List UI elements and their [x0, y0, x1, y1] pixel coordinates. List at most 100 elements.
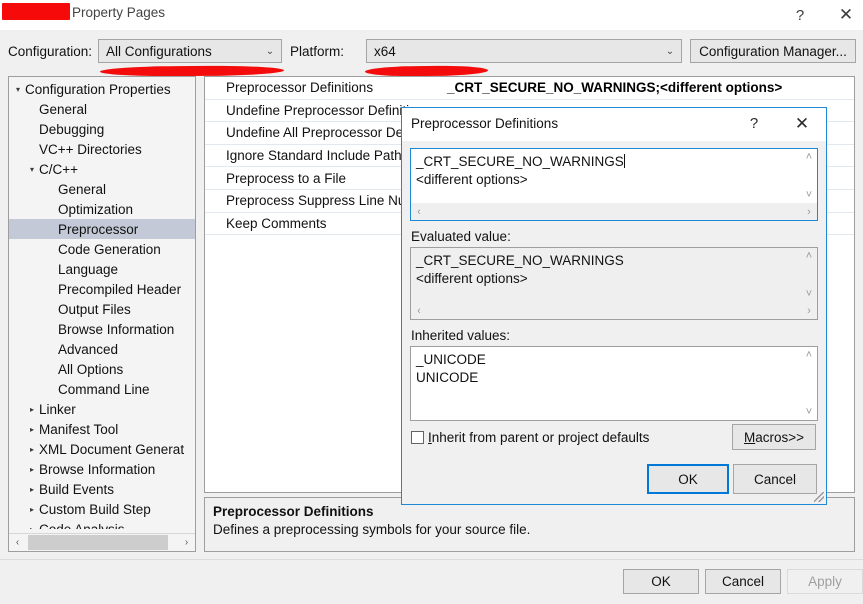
evaluated-value-content: _CRT_SECURE_NO_WARNINGS <different optio…	[411, 248, 801, 302]
tree-item-precompiled-header[interactable]: Precompiled Header	[9, 279, 195, 299]
evaluated-vertical-scrollbar[interactable]: ˄ ˅	[801, 248, 817, 302]
tree-item-browse-information[interactable]: Browse Information	[9, 319, 195, 339]
tree-item-general[interactable]: General	[9, 179, 195, 199]
redaction-mark-project-name	[2, 3, 70, 20]
definitions-line-1: _CRT_SECURE_NO_WARNINGS	[416, 154, 624, 169]
evaluated-value-label: Evaluated value:	[411, 229, 511, 244]
chevron-right-icon[interactable]: ▸	[25, 485, 39, 494]
dialog-title: Preprocessor Definitions	[411, 116, 559, 131]
property-row[interactable]: Preprocessor Definitions _CRT_SECURE_NO_W…	[205, 77, 854, 100]
scroll-left-icon[interactable]: ‹	[411, 305, 427, 317]
tree-item-code-generation[interactable]: Code Generation	[9, 239, 195, 259]
inherit-label-rest: nherit from parent or project defaults	[431, 430, 650, 445]
resize-grip-icon[interactable]	[814, 492, 824, 502]
evaluated-line-2: <different options>	[416, 271, 528, 286]
text-caret	[623, 154, 625, 168]
tree-item-code-analysis[interactable]: ▸ Code Analysis	[9, 519, 195, 530]
tree-item-all-options[interactable]: All Options	[9, 359, 195, 379]
chevron-down-icon[interactable]: ▾	[11, 85, 25, 94]
ok-button[interactable]: OK	[623, 569, 699, 594]
chevron-down-icon: ⌄	[265, 45, 275, 57]
tree-item-custom-build-step[interactable]: ▸ Custom Build Step	[9, 499, 195, 519]
platform-dropdown[interactable]: x64 ⌄	[366, 39, 682, 63]
property-pages-window: Property Pages ? ✕ Configuration: All Co…	[0, 0, 863, 604]
tree-item-general[interactable]: General	[9, 99, 195, 119]
chevron-down-icon[interactable]: ▾	[25, 165, 39, 174]
tree-item-c-c[interactable]: ▾ C/C++	[9, 159, 195, 179]
scroll-left-icon[interactable]: ‹	[9, 534, 26, 551]
inherited-vertical-scrollbar[interactable]: ˄ ˅	[801, 347, 817, 420]
help-icon[interactable]: ?	[778, 0, 822, 30]
tree-item-label: Language	[58, 261, 119, 277]
definitions-textarea-content[interactable]: _CRT_SECURE_NO_WARNINGS <different optio…	[411, 149, 801, 203]
tree-item-configuration-properties[interactable]: ▾ Configuration Properties	[9, 79, 195, 99]
inherit-defaults-checkbox[interactable]	[411, 431, 424, 444]
tree-item-language[interactable]: Language	[9, 259, 195, 279]
scroll-up-icon[interactable]: ˄	[801, 250, 817, 262]
evaluated-horizontal-scrollbar[interactable]: ‹ ›	[411, 302, 817, 319]
chevron-right-icon[interactable]: ▸	[25, 405, 39, 414]
chevron-right-icon[interactable]: ▸	[25, 445, 39, 454]
scroll-left-icon[interactable]: ‹	[411, 206, 427, 218]
dialog-ok-button[interactable]: OK	[647, 464, 729, 494]
tree-item-label: General	[39, 101, 88, 117]
scroll-right-icon[interactable]: ›	[178, 534, 195, 551]
definitions-vertical-scrollbar[interactable]: ˄ ˅	[801, 149, 817, 203]
tree-item-label: Manifest Tool	[39, 421, 119, 437]
dialog-cancel-button[interactable]: Cancel	[733, 464, 817, 494]
chevron-down-icon: ⌄	[665, 45, 675, 57]
macros-rest: acros>>	[755, 429, 805, 445]
tree-item-xml-document-generat[interactable]: ▸ XML Document Generat	[9, 439, 195, 459]
tree-item-label: Output Files	[58, 301, 131, 317]
scroll-right-icon[interactable]: ›	[801, 305, 817, 317]
tree-item-label: Code Generation	[58, 241, 161, 257]
scroll-down-icon[interactable]: ˅	[801, 288, 817, 300]
tree-item-linker[interactable]: ▸ Linker	[9, 399, 195, 419]
tree-item-advanced[interactable]: Advanced	[9, 339, 195, 359]
property-value[interactable]: _CRT_SECURE_NO_WARNINGS;<different optio…	[441, 80, 854, 95]
close-icon[interactable]: ✕	[783, 108, 821, 139]
configuration-tree-panel: ▾ Configuration Properties General Debuggin…	[8, 76, 196, 552]
tree-item-label: Precompiled Header	[58, 281, 182, 297]
scroll-right-icon[interactable]: ›	[801, 206, 817, 218]
chevron-right-icon[interactable]: ▸	[25, 425, 39, 434]
tree-item-browse-information[interactable]: ▸ Browse Information	[9, 459, 195, 479]
scrollbar-thumb[interactable]	[28, 535, 168, 550]
preprocessor-definitions-dialog: Preprocessor Definitions ? ✕ _CRT_SECURE…	[401, 107, 827, 505]
configuration-tree[interactable]: ▾ Configuration Properties General Debuggin…	[9, 79, 195, 529]
inherit-defaults-label: Inherit from parent or project defaults	[428, 430, 649, 445]
configuration-manager-button[interactable]: Configuration Manager...	[690, 39, 856, 63]
chevron-right-icon[interactable]: ▸	[25, 525, 39, 530]
help-icon[interactable]: ?	[735, 108, 773, 139]
tree-item-optimization[interactable]: Optimization	[9, 199, 195, 219]
tree-item-command-line[interactable]: Command Line	[9, 379, 195, 399]
tree-item-label: Browse Information	[39, 461, 156, 477]
inherit-defaults-checkbox-row[interactable]: Inherit from parent or project defaults	[411, 430, 649, 445]
cancel-button[interactable]: Cancel	[705, 569, 781, 594]
macros-button[interactable]: Macros>>	[732, 424, 816, 450]
scroll-up-icon[interactable]: ˄	[801, 151, 817, 163]
scroll-down-icon[interactable]: ˅	[801, 189, 817, 201]
scroll-down-icon[interactable]: ˅	[801, 406, 817, 418]
scroll-up-icon[interactable]: ˄	[801, 349, 817, 361]
tree-item-label: Custom Build Step	[39, 501, 151, 517]
tree-item-preprocessor[interactable]: Preprocessor	[9, 219, 195, 239]
tree-item-label: All Options	[58, 361, 124, 377]
close-icon[interactable]: ✕	[824, 0, 863, 30]
chevron-right-icon[interactable]: ▸	[25, 505, 39, 514]
tree-item-debugging[interactable]: Debugging	[9, 119, 195, 139]
tree-item-manifest-tool[interactable]: ▸ Manifest Tool	[9, 419, 195, 439]
tree-item-label: Code Analysis	[39, 521, 125, 530]
chevron-right-icon[interactable]: ▸	[25, 465, 39, 474]
configuration-label: Configuration:	[8, 44, 93, 59]
tree-item-label: VC++ Directories	[39, 141, 142, 157]
tree-item-label: Linker	[39, 401, 76, 417]
tree-item-build-events[interactable]: ▸ Build Events	[9, 479, 195, 499]
definitions-horizontal-scrollbar[interactable]: ‹ ›	[411, 203, 817, 220]
definitions-textarea[interactable]: _CRT_SECURE_NO_WARNINGS <different optio…	[410, 148, 818, 221]
tree-item-vc-directories[interactable]: VC++ Directories	[9, 139, 195, 159]
tree-horizontal-scrollbar[interactable]: ‹ ›	[9, 533, 195, 551]
evaluated-value-textarea: _CRT_SECURE_NO_WARNINGS <different optio…	[410, 247, 818, 320]
tree-item-output-files[interactable]: Output Files	[9, 299, 195, 319]
configuration-dropdown[interactable]: All Configurations ⌄	[98, 39, 282, 63]
